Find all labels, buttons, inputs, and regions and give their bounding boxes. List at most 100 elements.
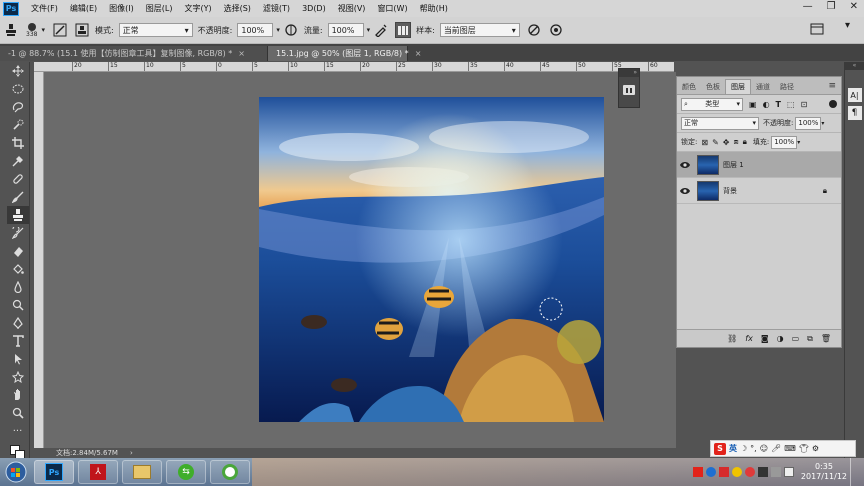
menu-type[interactable]: 文字(Y) xyxy=(178,3,217,14)
tray-volume-icon[interactable] xyxy=(783,467,794,477)
chevron-down-icon[interactable]: ▾ xyxy=(821,120,824,127)
history-brush-tool-icon[interactable] xyxy=(7,224,29,242)
start-button[interactable] xyxy=(0,458,32,486)
info-panel-icon[interactable] xyxy=(622,83,636,97)
taskbar-photoshop[interactable]: Ps xyxy=(34,460,74,484)
lock-image-icon[interactable]: ✎ xyxy=(712,138,719,147)
taskbar-acrobat[interactable]: ⅄ xyxy=(78,460,118,484)
opacity-input[interactable]: 100% xyxy=(237,23,274,37)
lock-transparent-icon[interactable]: ⊠ xyxy=(701,138,708,147)
close-icon[interactable]: ✕ xyxy=(850,1,858,12)
path-selection-tool-icon[interactable] xyxy=(7,350,29,368)
clone-stamp-tool-icon[interactable] xyxy=(6,206,29,224)
clone-stamp-preset-icon[interactable] xyxy=(3,22,19,38)
workspace-dropdown-arrow-icon[interactable]: ▾ xyxy=(845,20,850,31)
tray-network-icon[interactable] xyxy=(770,467,781,477)
ime-tools-icon[interactable]: ⚙ xyxy=(812,444,819,453)
eraser-tool-icon[interactable] xyxy=(7,242,29,260)
menu-layer[interactable]: 图层(L) xyxy=(140,3,179,14)
hand-tool-icon[interactable] xyxy=(7,386,29,404)
menu-filter[interactable]: 滤镜(T) xyxy=(257,3,296,14)
close-icon[interactable]: × xyxy=(415,49,422,58)
layer-name[interactable]: 背景 xyxy=(723,186,823,196)
panel-menu-icon[interactable]: ≡ xyxy=(823,81,841,94)
emoji-icon[interactable]: ☺ xyxy=(760,444,768,453)
tray-security-icon[interactable] xyxy=(731,467,742,477)
visibility-eye-icon[interactable] xyxy=(677,161,693,169)
tab-channels[interactable]: 通道 xyxy=(751,79,775,94)
layer-name[interactable]: 图层 1 xyxy=(723,160,841,170)
tray-display-icon[interactable] xyxy=(757,467,768,477)
half-width-icon[interactable]: ☽ xyxy=(740,444,747,453)
ignore-adjustment-layers-icon[interactable] xyxy=(526,22,542,38)
type-tool-icon[interactable] xyxy=(7,332,29,350)
character-panel-icon[interactable]: A| xyxy=(847,88,862,102)
fill-input[interactable]: 100% xyxy=(771,135,798,149)
menu-edit[interactable]: 编辑(E) xyxy=(64,3,103,14)
move-tool-icon[interactable] xyxy=(7,62,29,80)
tray-help-icon[interactable] xyxy=(705,467,716,477)
tray-red-icon[interactable] xyxy=(744,467,755,477)
chevron-down-icon[interactable]: ▾ xyxy=(797,139,800,146)
panel-grip-icon[interactable]: » xyxy=(619,69,639,77)
system-clock[interactable]: 0:35 2017/11/12 xyxy=(801,462,847,482)
menu-help[interactable]: 帮助(H) xyxy=(414,3,454,14)
flow-input[interactable]: 100% xyxy=(327,23,364,37)
pen-tool-icon[interactable] xyxy=(7,314,29,332)
workspace-icon[interactable] xyxy=(810,22,824,38)
sogou-logo-icon[interactable]: S xyxy=(714,442,726,455)
tray-sogou-icon[interactable] xyxy=(692,467,703,477)
opacity-dropdown-arrow-icon[interactable]: ▾ xyxy=(276,26,280,34)
menu-3d[interactable]: 3D(D) xyxy=(296,4,332,13)
layer-mask-icon[interactable]: ◙ xyxy=(761,334,769,343)
blend-mode-select[interactable]: 正常 ▾ xyxy=(118,23,193,37)
filter-adjustment-icon[interactable]: ◐ xyxy=(763,100,770,109)
quick-selection-tool-icon[interactable] xyxy=(7,116,29,134)
brush-size-picker[interactable]: 338 xyxy=(26,22,37,38)
document-image[interactable] xyxy=(259,97,604,422)
tab-color[interactable]: 颜色 xyxy=(677,79,701,94)
lock-position-icon[interactable]: ✥ xyxy=(723,138,730,147)
tab-swatches[interactable]: 色板 xyxy=(701,79,725,94)
crop-tool-icon[interactable] xyxy=(7,134,29,152)
collapsed-panel[interactable]: » xyxy=(618,68,640,108)
visibility-eye-icon[interactable] xyxy=(677,187,693,195)
zoom-tool-icon[interactable] xyxy=(7,404,29,422)
flow-dropdown-arrow-icon[interactable]: ▾ xyxy=(367,26,371,34)
filter-type-icon[interactable]: T xyxy=(776,100,781,109)
adjustment-layer-icon[interactable]: ◑ xyxy=(777,334,784,343)
layer-blend-mode-select[interactable]: 正常 ▾ xyxy=(681,116,759,130)
layer-style-fx-icon[interactable]: fx xyxy=(745,334,753,343)
blur-tool-icon[interactable] xyxy=(7,278,29,296)
keyboard-icon[interactable]: ⌨ xyxy=(784,444,796,453)
menu-view[interactable]: 视图(V) xyxy=(332,3,372,14)
skin-icon[interactable]: 👕︎ xyxy=(799,444,809,453)
clone-source-panel-icon[interactable] xyxy=(74,22,90,38)
filter-toggle-icon[interactable] xyxy=(829,100,837,108)
paragraph-panel-icon[interactable]: ¶ xyxy=(847,106,862,120)
link-layers-icon[interactable]: ⛓ xyxy=(727,334,737,343)
brush-dropdown-arrow-icon[interactable]: ▾ xyxy=(41,26,45,34)
layer-kind-select[interactable]: ⌕ 类型 ▾ xyxy=(681,97,743,111)
dodge-tool-icon[interactable] xyxy=(7,296,29,314)
new-layer-icon[interactable]: ⧉ xyxy=(807,334,813,344)
ime-language-toggle[interactable]: 英 xyxy=(729,443,737,454)
pressure-opacity-icon[interactable] xyxy=(283,22,299,38)
layer-opacity-input[interactable]: 100% xyxy=(795,116,822,130)
layer-row[interactable]: 图层 1 xyxy=(677,152,841,178)
lock-artboard-icon[interactable]: ⧈ xyxy=(733,137,738,147)
new-group-icon[interactable]: ▭ xyxy=(792,334,800,343)
menu-image[interactable]: 图像(I) xyxy=(103,3,140,14)
lock-all-icon[interactable]: 🔒︎ xyxy=(743,137,747,147)
paint-bucket-tool-icon[interactable] xyxy=(7,260,29,278)
voice-input-icon[interactable]: 🎤︎ xyxy=(771,444,781,453)
pressure-size-icon[interactable] xyxy=(548,22,564,38)
close-icon[interactable]: × xyxy=(238,49,245,58)
shape-tool-icon[interactable] xyxy=(7,368,29,386)
show-desktop-button[interactable] xyxy=(850,458,858,486)
taskbar-camtasia[interactable] xyxy=(210,460,250,484)
tray-app-icon[interactable] xyxy=(718,467,729,477)
healing-brush-tool-icon[interactable] xyxy=(7,170,29,188)
menu-select[interactable]: 选择(S) xyxy=(218,3,257,14)
lasso-tool-icon[interactable] xyxy=(7,98,29,116)
